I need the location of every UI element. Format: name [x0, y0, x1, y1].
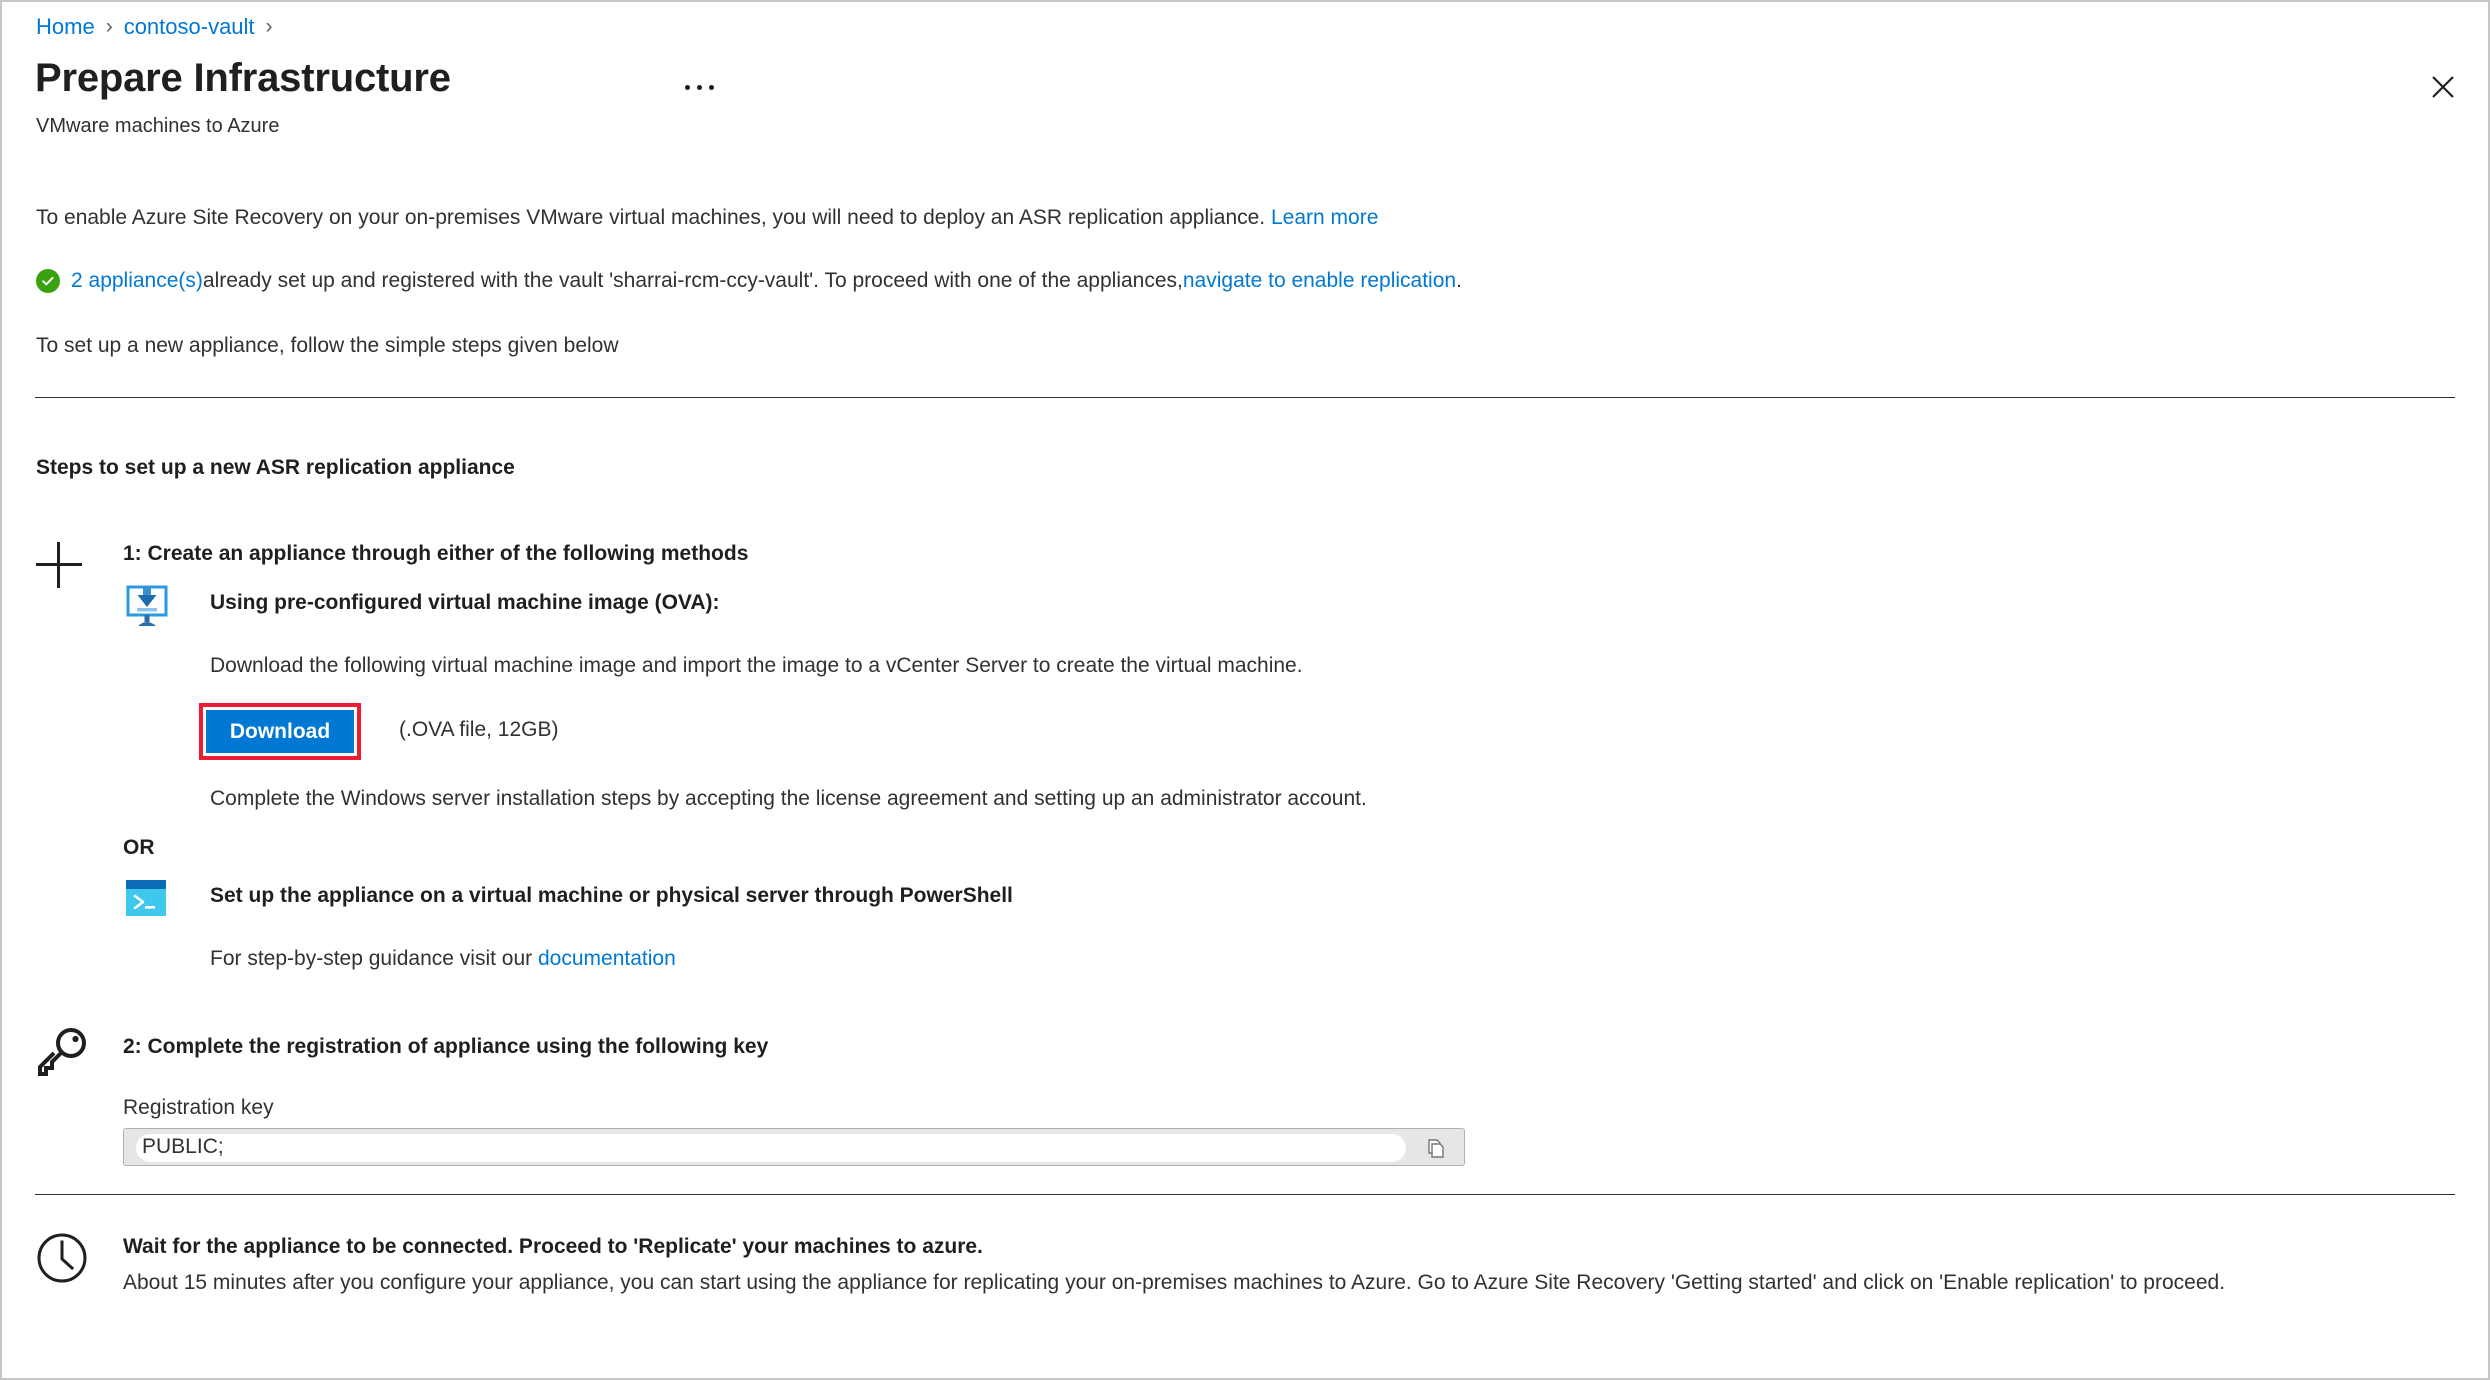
ellipsis-dot-3	[708, 84, 714, 90]
intro-line-2-text: already set up and registered with the v…	[202, 269, 1183, 292]
wait-section-description: About 15 minutes after you configure you…	[123, 1271, 2226, 1294]
intro-line-2-period: .	[1456, 269, 1462, 292]
monitor-download-icon	[122, 580, 172, 630]
documentation-link[interactable]: documentation	[538, 947, 676, 970]
navigate-enable-replication-link[interactable]: navigate to enable replication	[1183, 268, 1456, 294]
breadcrumb: Home › contoso-vault ›	[36, 14, 284, 40]
close-icon[interactable]	[2420, 64, 2466, 110]
key-icon	[32, 1022, 92, 1082]
step-2-title: 2: Complete the registration of applianc…	[123, 1035, 769, 1058]
or-label: OR	[123, 836, 155, 859]
intro-line-1: To enable Azure Site Recovery on your on…	[36, 205, 1378, 231]
page-subtitle: VMware machines to Azure	[36, 115, 280, 137]
page-title: Prepare Infrastructure	[35, 56, 451, 100]
powershell-doc-text: For step-by-step guidance visit our	[210, 947, 538, 970]
registration-key-input-inner	[136, 1134, 1406, 1162]
registration-key-field[interactable]: PUBLIC;	[123, 1128, 1465, 1166]
learn-more-link[interactable]: Learn more	[1271, 206, 1378, 229]
prepare-infrastructure-blade: Home › contoso-vault › Prepare Infrastru…	[0, 0, 2490, 1380]
steps-heading: Steps to set up a new ASR replication ap…	[36, 456, 515, 479]
breadcrumb-separator-icon: ›	[105, 15, 113, 38]
powershell-heading: Set up the appliance on a virtual machin…	[210, 884, 1013, 907]
registration-key-label: Registration key	[123, 1096, 274, 1119]
ellipsis-dot-1	[684, 84, 690, 90]
divider-top	[35, 397, 2455, 398]
breadcrumb-item-home[interactable]: Home	[36, 14, 95, 40]
plus-icon	[36, 542, 82, 588]
intro-line-1-text: To enable Azure Site Recovery on your on…	[36, 206, 1271, 229]
breadcrumb-item-contoso-vault[interactable]: contoso-vault	[124, 14, 255, 40]
registration-key-value: PUBLIC;	[142, 1135, 224, 1158]
breadcrumb-separator-icon-2: ›	[265, 15, 273, 38]
intro-line-3: To set up a new appliance, follow the si…	[36, 334, 619, 357]
success-check-icon	[36, 269, 60, 293]
ova-description: Download the following virtual machine i…	[210, 654, 1303, 677]
ova-note: Complete the Windows server installation…	[210, 787, 1367, 810]
download-button[interactable]: Download	[206, 710, 354, 753]
ellipsis-dot-2	[696, 84, 702, 90]
copy-icon[interactable]	[1422, 1135, 1450, 1163]
powershell-doc-line: For step-by-step guidance visit our docu…	[210, 946, 676, 972]
wait-section-title: Wait for the appliance to be connected. …	[123, 1235, 983, 1258]
appliance-count-link[interactable]: 2 appliance(s)	[71, 268, 203, 294]
powershell-icon	[122, 874, 170, 922]
clock-icon	[34, 1230, 90, 1286]
ellipsis-icon[interactable]	[679, 72, 719, 102]
divider-bottom	[35, 1194, 2455, 1195]
step-1-title: 1: Create an appliance through either of…	[123, 542, 749, 565]
ova-heading: Using pre-configured virtual machine ima…	[210, 591, 720, 614]
download-file-meta: (.OVA file, 12GB)	[399, 718, 559, 741]
download-button-highlight: Download	[199, 703, 361, 760]
intro-line-2: 2 appliance(s) already set up and regist…	[36, 268, 1462, 294]
